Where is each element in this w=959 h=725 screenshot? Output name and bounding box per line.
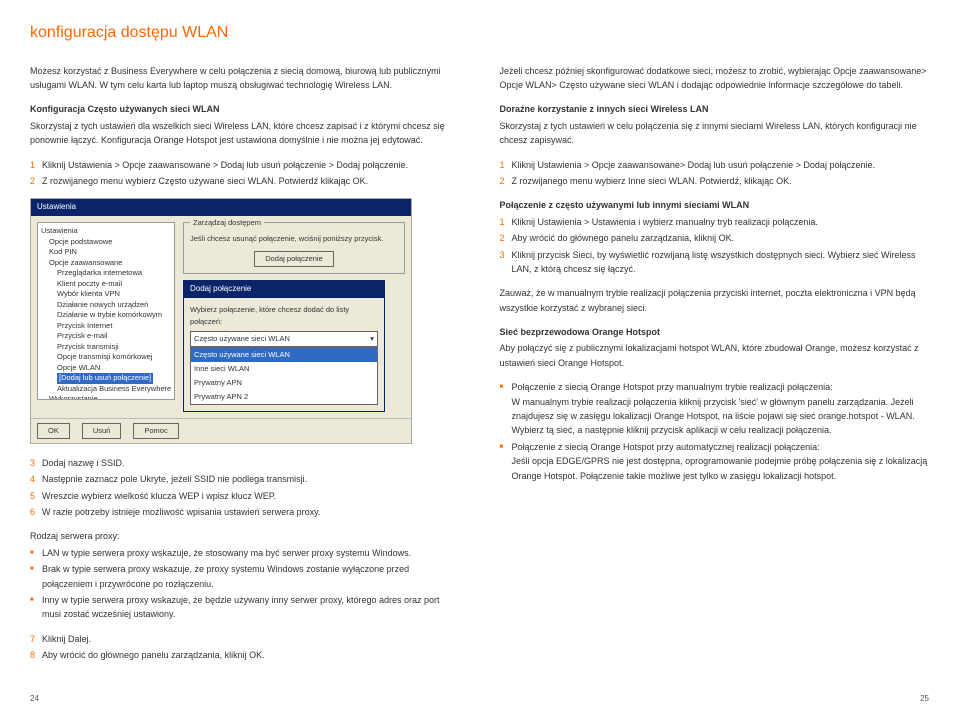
step: W razie potrzeby istnieje możliwość wpis… (42, 507, 320, 517)
step: Kliknij Ustawienia > Ustawienia i wybier… (512, 217, 818, 227)
step: Kliknij Ustawienia > Opcje zaawansowane>… (512, 160, 875, 170)
hotspot-body: Aby połączyć się z publicznymi lokalizac… (500, 341, 930, 370)
step: Kliknij Ustawienia > Opcje zaawansowane … (42, 160, 408, 170)
adhoc-body: Skorzystaj z tych ustawień w celu połącz… (500, 119, 930, 148)
dialog-text: Wybierz połączenie, które chcesz dodać d… (190, 304, 378, 328)
freq-head: Konfiguracja Często używanych sieci WLAN (30, 102, 460, 116)
right-column: Jeżeli chcesz później skonfigurować doda… (500, 64, 930, 673)
page-number-left: 24 (30, 693, 39, 706)
add-connection-dialog: Dodaj połączenie Wybierz połączenie, któ… (183, 280, 385, 412)
adhoc-head: Doraźne korzystanie z innych sieci Wirel… (500, 102, 930, 116)
hotspot-head: Sieć bezprzewodowa Orange Hotspot (500, 325, 930, 339)
bullet: Inny w typie serwera proxy wskazuje, że … (30, 593, 460, 622)
group-legend: Zarządzaj dostępem (190, 217, 264, 229)
step: Dodaj nazwę i SSID. (42, 458, 125, 468)
proxy-label: Rodzaj serwera proxy: (30, 529, 460, 543)
conn-head: Połączenie z często używanymi lub innymi… (500, 198, 930, 212)
steps-left-3: 7Kliknij Dalej. 8Aby wrócić do głównego … (30, 632, 460, 663)
right-intro: Jeżeli chcesz później skonfigurować doda… (500, 64, 930, 93)
help-button[interactable]: Pomoc (133, 423, 178, 439)
freq-body: Skorzystaj z tych ustawień dla wszelkich… (30, 119, 460, 148)
step: Wreszcie wybierz wielkość klucza WEP i w… (42, 491, 276, 501)
hotspot-bullets: Połączenie z siecią Orange Hotspot przy … (500, 380, 930, 483)
step: Aby wrócić do głównego panelu zarządzani… (42, 650, 265, 660)
step: Kliknij Dalej. (42, 634, 91, 644)
bullet: Połączenie z siecią Orange Hotspot przy … (500, 380, 930, 438)
step: Aby wrócić do głównego panelu zarządzani… (512, 233, 735, 243)
left-column: Możesz korzystać z Business Everywhere w… (30, 64, 460, 673)
bullet: LAN w typie serwera proxy wskazuje, że s… (30, 546, 460, 560)
step: Z rozwijanego menu wybierz Często używan… (42, 176, 368, 186)
proxy-bullets: LAN w typie serwera proxy wskazuje, że s… (30, 546, 460, 622)
dialog-title: Dodaj połączenie (184, 281, 384, 298)
manage-access-group: Zarządzaj dostępem Jeśli chcesz usunąć p… (183, 222, 405, 274)
steps-left-2: 3Dodaj nazwę i SSID. 4Następnie zaznacz … (30, 456, 460, 520)
step: Kliknij przycisk Sieci, by wyświetlić ro… (512, 250, 916, 274)
settings-screenshot: Ustawienia Ustawienia Opcje podstawowe K… (30, 198, 412, 444)
note-text: Zauważ, że w manualnym trybie realizacji… (500, 286, 930, 315)
steps-right-2: 1Kliknij Ustawienia > Ustawienia i wybie… (500, 215, 930, 277)
settings-tree: Ustawienia Opcje podstawowe Kod PIN Opcj… (37, 222, 175, 400)
ok-button[interactable]: OK (37, 423, 70, 439)
step: Z rozwijanego menu wybierz Inne sieci WL… (512, 176, 792, 186)
bullet: Połączenie z siecią Orange Hotspot przy … (500, 440, 930, 483)
delete-button[interactable]: Usuń (82, 423, 122, 439)
intro-text: Możesz korzystać z Business Everywhere w… (30, 64, 460, 93)
page-number-right: 25 (920, 693, 929, 706)
add-connection-button[interactable]: Dodaj połączenie (254, 251, 334, 267)
steps-right-1: 1Kliknij Ustawienia > Opcje zaawansowane… (500, 158, 930, 189)
steps-left-1: 1Kliknij Ustawienia > Opcje zaawansowane… (30, 158, 460, 189)
step: Następnie zaznacz pole Ukryte, jeżeli SS… (42, 474, 307, 484)
dropdown-list[interactable]: Często używane sieci WLAN Inne sieci WLA… (190, 347, 378, 405)
window-title: Ustawienia (31, 199, 411, 216)
page-title: konfiguracja dostępu WLAN (30, 20, 929, 46)
connection-type-dropdown[interactable]: Często używane sieci WLAN (190, 331, 378, 347)
group-text: Jeśli chcesz usunąć połączenie, wciśnij … (190, 233, 398, 245)
bullet: Brak w typie serwera proxy wskazuje, że … (30, 562, 460, 591)
